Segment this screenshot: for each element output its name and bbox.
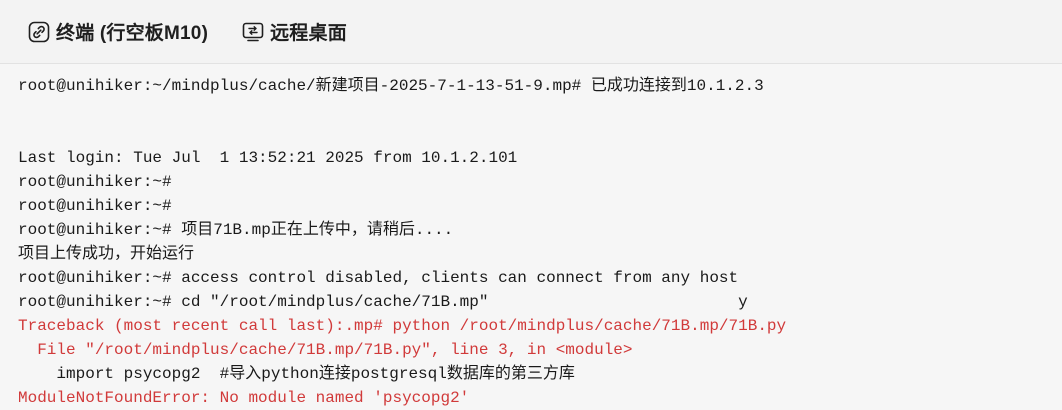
- tab-terminal-label: 终端 (行空板M10): [56, 23, 209, 44]
- terminal-line: Last login: Tue Jul 1 13:52:21 2025 from…: [18, 149, 518, 167]
- tab-remote-desktop-label: 远程桌面: [270, 23, 347, 44]
- terminal-error-line: Traceback (most recent call last):.mp# p…: [18, 317, 787, 335]
- terminal-line: root@unihiker:~/mindplus/cache/新建项目-2025…: [18, 77, 764, 95]
- tab-terminal[interactable]: 终端 (行空板M10): [28, 18, 208, 45]
- tab-remote-desktop[interactable]: 远程桌面: [242, 18, 347, 45]
- app-window: 终端 (行空板M10) 远程桌面 root@unihiker:~/mindplu…: [0, 0, 1062, 410]
- link-icon: [28, 21, 50, 43]
- terminal-line: import psycopg2 #导入python连接postgresql数据库…: [18, 365, 575, 383]
- remote-desktop-icon: [242, 21, 264, 43]
- terminal-error-line: File "/root/mindplus/cache/71B.mp/71B.py…: [18, 341, 633, 359]
- terminal-line: 项目上传成功，开始运行: [18, 245, 195, 263]
- terminal-output[interactable]: root@unihiker:~/mindplus/cache/新建项目-2025…: [0, 64, 1062, 410]
- terminal-line: root@unihiker:~#: [18, 197, 172, 215]
- tab-bar: 终端 (行空板M10) 远程桌面: [0, 0, 1062, 64]
- terminal-line: root@unihiker:~#: [18, 173, 172, 191]
- terminal-line: root@unihiker:~# 项目71B.mp正在上传中，请稍后....: [18, 221, 454, 239]
- terminal-error-line: ModuleNotFoundError: No module named 'ps…: [18, 389, 470, 407]
- terminal-line: root@unihiker:~# cd "/root/mindplus/cach…: [18, 293, 748, 311]
- terminal-line: root@unihiker:~# access control disabled…: [18, 269, 739, 287]
